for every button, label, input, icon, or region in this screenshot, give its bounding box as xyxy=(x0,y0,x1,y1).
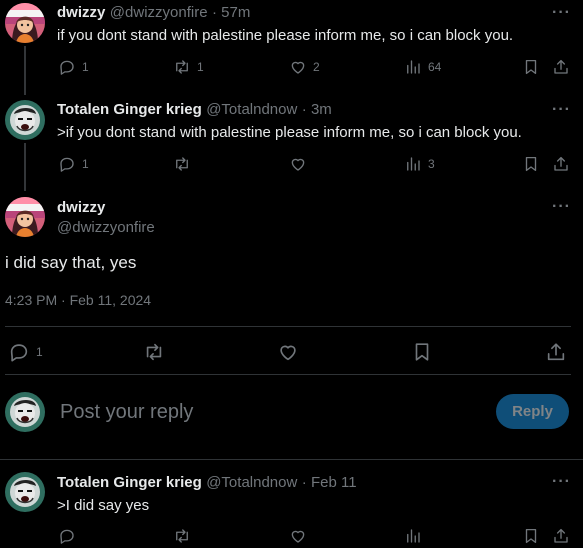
share-button[interactable] xyxy=(545,341,567,363)
reply-button[interactable] xyxy=(58,527,76,545)
like-icon xyxy=(277,341,299,363)
more-icon[interactable]: ··· xyxy=(552,4,571,22)
avatar xyxy=(5,392,45,432)
author-handle[interactable]: @dwizzyonfire xyxy=(110,4,208,21)
avatar[interactable] xyxy=(5,197,45,237)
author-handle[interactable]: @dwizzyonfire xyxy=(57,219,155,236)
more-icon[interactable]: ··· xyxy=(552,198,571,216)
divider xyxy=(5,326,571,327)
bookmark-button[interactable] xyxy=(522,527,540,545)
reply-icon xyxy=(58,58,76,76)
views-button[interactable]: 64 xyxy=(404,58,441,76)
like-button[interactable] xyxy=(277,341,299,363)
views-button[interactable] xyxy=(404,527,422,545)
like-button[interactable] xyxy=(289,527,307,545)
bookmark-icon xyxy=(522,155,540,173)
focused-post-text: i did say that, yes xyxy=(5,253,137,272)
post-text: >I did say yes xyxy=(57,497,150,514)
repost-icon xyxy=(173,527,191,545)
bookmark-icon xyxy=(522,58,540,76)
like-button[interactable]: 2 xyxy=(289,58,320,76)
avatar[interactable] xyxy=(5,472,45,512)
repost-button[interactable]: 1 xyxy=(173,58,204,76)
repost-icon xyxy=(143,341,165,363)
avatar[interactable] xyxy=(5,3,45,43)
author-name[interactable]: dwizzy xyxy=(57,199,105,216)
share-icon xyxy=(545,341,567,363)
repost-icon xyxy=(173,155,191,173)
reply-count: 1 xyxy=(82,60,89,74)
bookmark-button[interactable] xyxy=(522,58,540,76)
views-icon xyxy=(404,155,422,173)
reply-button[interactable]: 1 xyxy=(58,155,89,173)
like-button[interactable] xyxy=(289,155,307,173)
more-icon[interactable]: ··· xyxy=(552,101,571,119)
reply-submit-button[interactable]: Reply xyxy=(496,394,569,429)
thread-line xyxy=(24,46,26,95)
reply-icon xyxy=(58,155,76,173)
views-count: 3 xyxy=(428,157,435,171)
views-button[interactable]: 3 xyxy=(404,155,435,173)
reply-input[interactable]: Post your reply xyxy=(60,401,193,424)
like-icon xyxy=(289,155,307,173)
like-count: 2 xyxy=(313,60,320,74)
repost-icon xyxy=(173,58,191,76)
divider xyxy=(5,374,571,375)
repost-button[interactable] xyxy=(143,341,165,363)
divider xyxy=(0,459,583,460)
reply-count: 1 xyxy=(36,345,43,359)
reply-icon xyxy=(58,527,76,545)
share-button[interactable] xyxy=(552,527,570,545)
more-icon[interactable]: ··· xyxy=(552,473,571,491)
post-time[interactable]: · 3m xyxy=(302,101,332,118)
post-header: dwizzy @dwizzyonfire · 57m xyxy=(57,4,250,22)
post-text: if you dont stand with palestine please … xyxy=(57,27,514,44)
reply-count: 1 xyxy=(82,157,89,171)
repost-button[interactable] xyxy=(173,155,191,173)
author-name[interactable]: Totalen Ginger krieg xyxy=(57,474,202,491)
like-icon xyxy=(289,527,307,545)
bookmark-icon xyxy=(411,341,433,363)
repost-count: 1 xyxy=(197,60,204,74)
author-name[interactable]: dwizzy xyxy=(57,4,105,21)
author-name[interactable]: Totalen Ginger krieg xyxy=(57,101,202,118)
share-button[interactable] xyxy=(552,58,570,76)
post-timestamp[interactable]: 4:23 PM · Feb 11, 2024 xyxy=(5,292,151,308)
thread-line xyxy=(24,143,26,191)
avatar[interactable] xyxy=(5,100,45,140)
views-count: 64 xyxy=(428,60,442,74)
author-handle[interactable]: @Totalndnow xyxy=(206,101,297,118)
views-icon xyxy=(404,527,422,545)
post-header: Totalen Ginger krieg @Totalndnow · 3m xyxy=(57,101,332,119)
share-icon xyxy=(552,527,570,545)
post-time[interactable]: · Feb 11 xyxy=(302,474,357,491)
post-time[interactable]: · 57m xyxy=(212,4,250,21)
reply-button[interactable]: 1 xyxy=(8,341,43,363)
repost-button[interactable] xyxy=(173,527,191,545)
bookmark-icon xyxy=(522,527,540,545)
reply-icon xyxy=(8,341,30,363)
post-text: >if you dont stand with palestine please… xyxy=(57,124,522,141)
share-icon xyxy=(552,155,570,173)
views-icon xyxy=(404,58,422,76)
post-header: Totalen Ginger krieg @Totalndnow · Feb 1… xyxy=(57,474,357,492)
like-icon xyxy=(289,58,307,76)
bookmark-button[interactable] xyxy=(411,341,433,363)
author-handle[interactable]: @Totalndnow xyxy=(206,474,297,491)
reply-button[interactable]: 1 xyxy=(58,58,89,76)
bookmark-button[interactable] xyxy=(522,155,540,173)
share-icon xyxy=(552,58,570,76)
share-button[interactable] xyxy=(552,155,570,173)
